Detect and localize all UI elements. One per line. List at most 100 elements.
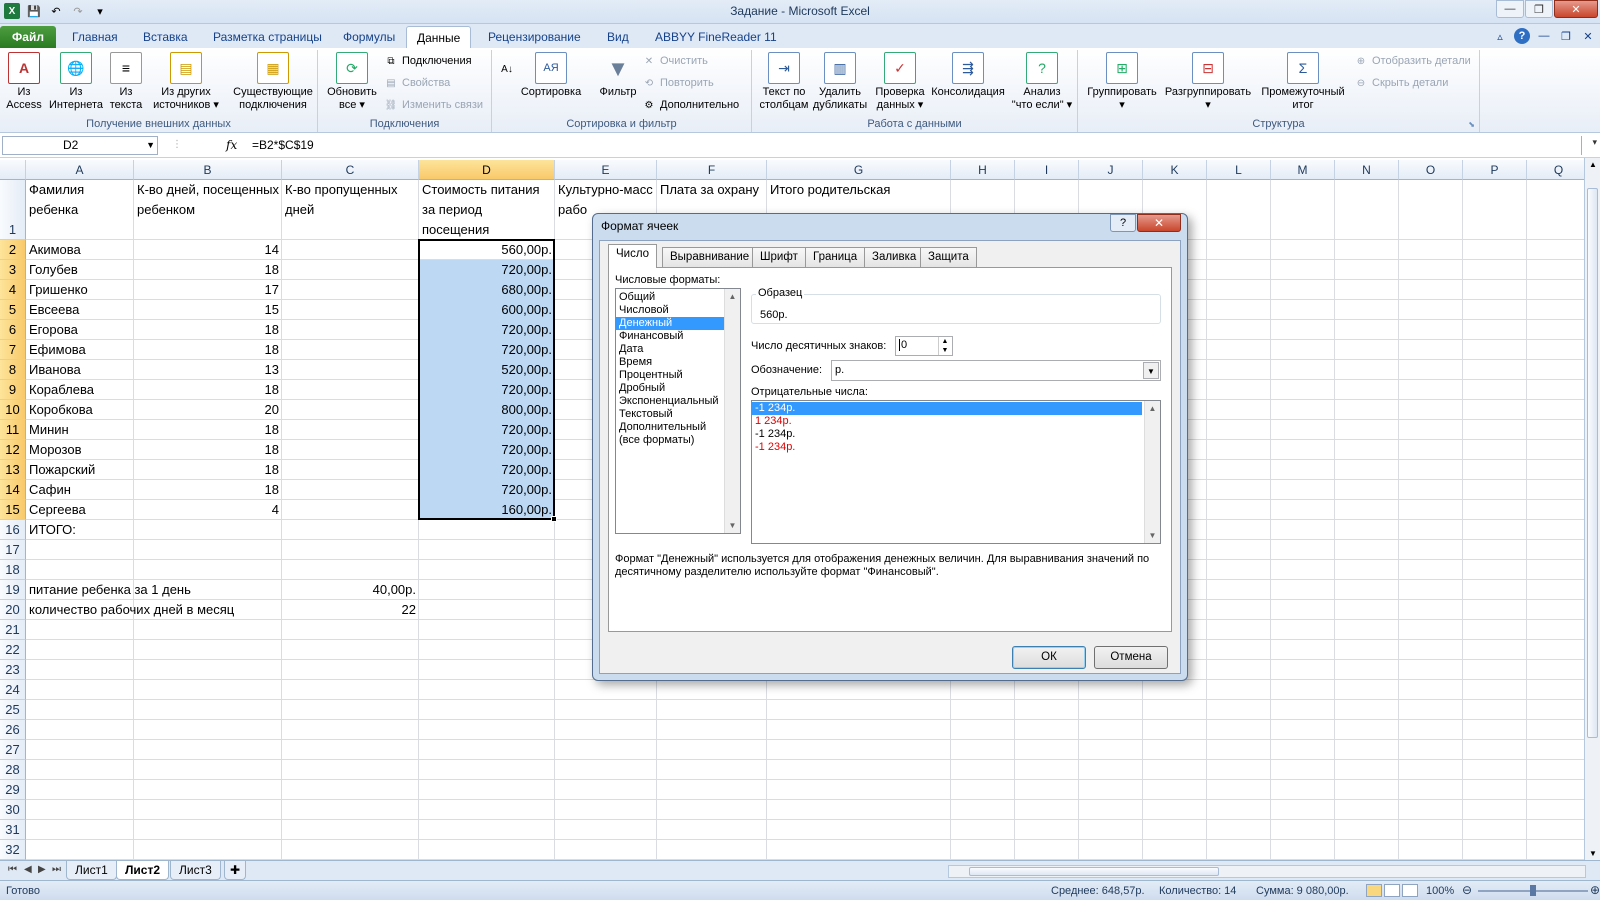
negative-format-item[interactable]: -1 234р. <box>752 402 1142 415</box>
name-cell[interactable]: Сафин <box>26 480 134 500</box>
row-header[interactable]: 7 <box>0 340 26 360</box>
tab-insert[interactable]: Вставка <box>133 26 198 48</box>
column-header[interactable]: C <box>282 160 419 180</box>
normal-view-icon[interactable] <box>1366 884 1382 897</box>
subtotal-button[interactable]: Σ Промежуточный итог <box>1256 52 1350 112</box>
days-cell[interactable]: 14 <box>134 240 282 260</box>
row-header[interactable]: 14 <box>0 480 26 500</box>
tab-page-layout[interactable]: Разметка страницы <box>203 26 332 48</box>
row-header[interactable]: 23 <box>0 660 26 680</box>
column-header[interactable]: B <box>134 160 282 180</box>
column-header[interactable]: E <box>555 160 657 180</box>
doc-minimize-icon[interactable]: — <box>1536 28 1552 44</box>
filter-button[interactable]: ▼ Фильтр <box>594 52 642 99</box>
dialog-tab-protection[interactable]: Защита <box>920 247 977 267</box>
cancel-button[interactable]: Отмена <box>1094 646 1168 669</box>
column-header[interactable]: K <box>1143 160 1207 180</box>
days-cell[interactable]: 18 <box>134 380 282 400</box>
days-cell[interactable]: 15 <box>134 300 282 320</box>
number-formats-list[interactable]: ▲ ▼ Общий Числовой Денежный Финансовый Дата Вре… <box>615 288 741 534</box>
sheet-tab-3[interactable]: Лист3 <box>170 861 221 880</box>
row-header[interactable]: 29 <box>0 780 26 800</box>
row-header[interactable]: 9 <box>0 380 26 400</box>
days-cell[interactable]: 4 <box>134 500 282 520</box>
sort-button[interactable]: AЯ Сортировка <box>518 52 584 99</box>
doc-close-icon[interactable]: ✕ <box>1580 28 1596 44</box>
name-cell[interactable]: Иванова <box>26 360 134 380</box>
name-cell[interactable]: Акимова <box>26 240 134 260</box>
name-cell[interactable]: Егорова <box>26 320 134 340</box>
hide-detail-button[interactable]: ⊖ Скрыть детали <box>1354 75 1449 91</box>
cost-cell[interactable]: 720,00р. <box>419 340 555 360</box>
row-header[interactable]: 19 <box>0 580 26 600</box>
name-cell[interactable]: Сергеева <box>26 500 134 520</box>
doc-restore-icon[interactable]: ❐ <box>1558 28 1574 44</box>
cost-cell[interactable]: 160,00р. <box>419 500 555 520</box>
days-cell[interactable]: 18 <box>134 260 282 280</box>
dialog-tab-alignment[interactable]: Выравнивание <box>662 247 758 267</box>
days-cell[interactable]: 20 <box>134 400 282 420</box>
row-header[interactable]: 27 <box>0 740 26 760</box>
name-cell[interactable]: Голубев <box>26 260 134 280</box>
format-list-item[interactable]: (все форматы) <box>616 434 724 447</box>
cost-cell[interactable]: 680,00р. <box>419 280 555 300</box>
name-cell[interactable]: Гришенко <box>26 280 134 300</box>
row-header[interactable]: 15 <box>0 500 26 520</box>
format-list-item[interactable]: Текстовый <box>616 408 724 421</box>
currency-symbol-select[interactable]: р. ▼ <box>831 360 1161 381</box>
cost-cell[interactable]: 520,00р. <box>419 360 555 380</box>
ungroup-button[interactable]: ⊟ Разгруппировать ▾ <box>1162 52 1254 112</box>
cost-cell[interactable]: 720,00р. <box>419 440 555 460</box>
row-header[interactable]: 11 <box>0 420 26 440</box>
row-header[interactable]: 13 <box>0 460 26 480</box>
days-cell[interactable]: 13 <box>134 360 282 380</box>
zoom-in-icon[interactable]: ⊕ <box>1590 883 1600 897</box>
row-header[interactable]: 28 <box>0 760 26 780</box>
format-list-item[interactable]: Экспоненциальный <box>616 395 724 408</box>
header-cell[interactable]: К-во дней, посещенных ребенком <box>134 180 282 240</box>
column-header[interactable]: I <box>1015 160 1079 180</box>
row-header[interactable]: 3 <box>0 260 26 280</box>
days-cell[interactable]: 18 <box>134 420 282 440</box>
row-header[interactable]: 32 <box>0 840 26 860</box>
select-all-corner[interactable] <box>0 160 26 180</box>
tab-home[interactable]: Главная <box>62 26 128 48</box>
row-header[interactable]: 22 <box>0 640 26 660</box>
label-cell[interactable]: количество рабочих дней в месяц <box>26 600 286 620</box>
cost-cell[interactable]: 720,00р. <box>419 460 555 480</box>
format-list-item[interactable]: Процентный <box>616 369 724 382</box>
remove-duplicates-button[interactable]: ▥ Удалить дубликаты <box>812 52 868 112</box>
dialog-tab-number[interactable]: Число <box>608 244 658 268</box>
show-detail-button[interactable]: ⊕ Отобразить детали <box>1354 53 1471 69</box>
name-box[interactable]: D2 ▼ <box>2 136 158 155</box>
decimals-value[interactable]: 0 <box>899 339 907 351</box>
header-cell[interactable]: Стоимость питания за период посещения <box>419 180 555 240</box>
page-layout-view-icon[interactable] <box>1384 884 1400 897</box>
column-header[interactable]: O <box>1399 160 1463 180</box>
tab-review[interactable]: Рецензирование <box>478 26 591 48</box>
dialog-tab-border[interactable]: Граница <box>805 247 866 267</box>
vertical-scrollbar[interactable]: ▲ ▼ <box>1584 158 1600 860</box>
format-list-item[interactable]: Время <box>616 356 724 369</box>
tab-view[interactable]: Вид <box>597 26 639 48</box>
name-cell[interactable]: Евсеева <box>26 300 134 320</box>
sheet-tab-2[interactable]: Лист2 <box>116 861 170 880</box>
from-web-button[interactable]: 🌐 Из Интернета <box>46 52 106 112</box>
fill-handle[interactable] <box>551 516 557 522</box>
restore-button[interactable]: ❐ <box>1525 0 1553 18</box>
first-sheet-icon[interactable]: ⏮ <box>8 864 17 875</box>
column-header[interactable]: G <box>767 160 951 180</box>
insert-function-icon[interactable]: fx <box>226 138 237 152</box>
data-validation-button[interactable]: ✓ Проверка данных ▾ <box>872 52 928 112</box>
row-header[interactable]: 1 <box>0 180 26 240</box>
row-header[interactable]: 18 <box>0 560 26 580</box>
ok-button[interactable]: ОК <box>1012 646 1086 669</box>
help-icon[interactable]: ? <box>1514 28 1530 44</box>
name-cell[interactable]: Ефимова <box>26 340 134 360</box>
row-header[interactable]: 4 <box>0 280 26 300</box>
list-scroll-down-icon[interactable]: ▼ <box>725 518 740 533</box>
scroll-down-icon[interactable]: ▼ <box>1589 849 1597 858</box>
column-header[interactable]: L <box>1207 160 1271 180</box>
advanced-filter-button[interactable]: ⚙ Дополнительно <box>642 97 740 113</box>
what-if-analysis-button[interactable]: ? Анализ "что если" ▾ <box>1010 52 1074 112</box>
